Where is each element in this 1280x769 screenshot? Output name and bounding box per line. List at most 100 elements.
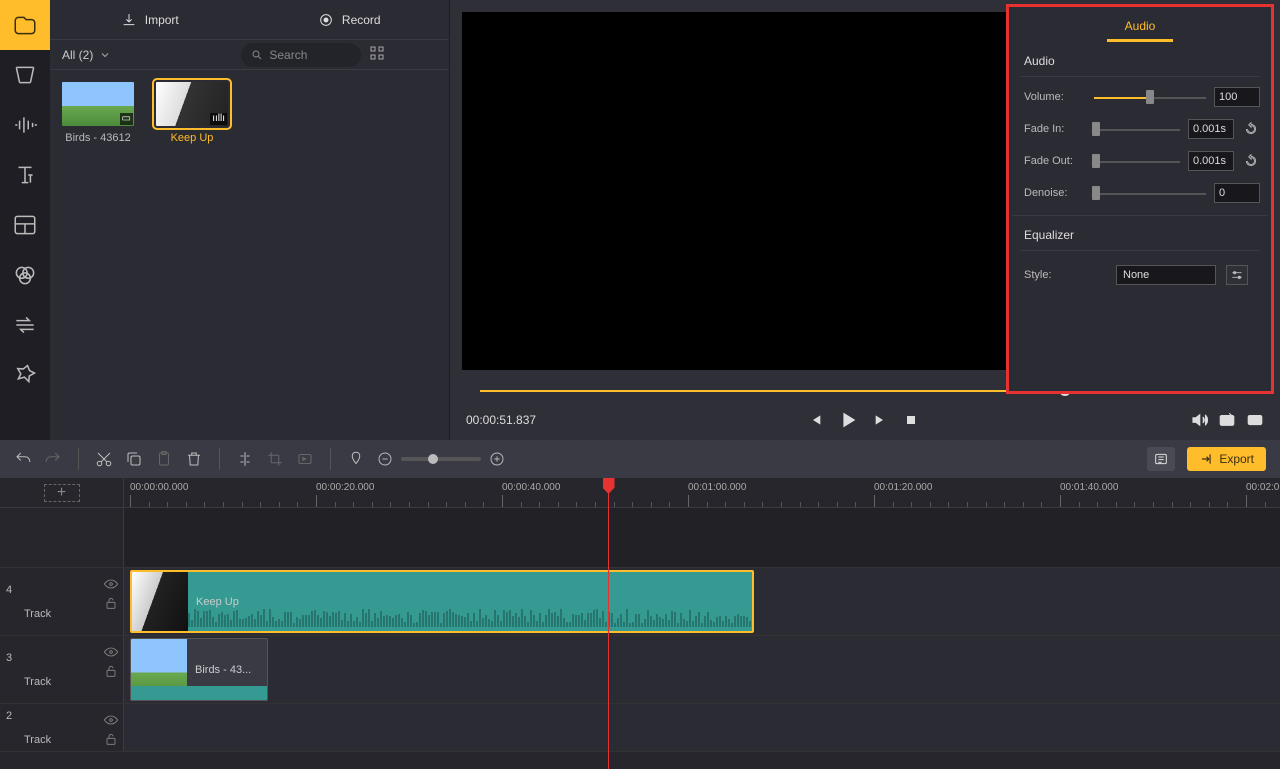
cut-button[interactable] bbox=[95, 450, 113, 468]
library-item-label: Birds - 43612 bbox=[65, 132, 130, 144]
next-frame-button[interactable] bbox=[873, 412, 889, 428]
export-label: Export bbox=[1219, 452, 1254, 466]
import-tab[interactable]: Import bbox=[50, 0, 250, 39]
undo-button[interactable] bbox=[14, 450, 32, 468]
zoom-in-button[interactable] bbox=[489, 451, 505, 467]
ruler-mark: 00:01:20.000 bbox=[874, 482, 932, 493]
lock-icon[interactable] bbox=[103, 732, 119, 746]
timeline-clip[interactable]: Birds - 43... bbox=[130, 638, 268, 701]
volume-slider[interactable] bbox=[1094, 90, 1206, 104]
volume-value[interactable]: 100 bbox=[1214, 87, 1260, 107]
equalizer-section-title: Equalizer bbox=[1020, 224, 1260, 251]
ruler-mark: 00:02:0 bbox=[1246, 482, 1279, 493]
fadeout-slider[interactable] bbox=[1094, 154, 1180, 168]
crop-button[interactable] bbox=[266, 450, 284, 468]
zoom-out-button[interactable] bbox=[377, 451, 393, 467]
search-input[interactable]: Search bbox=[241, 43, 361, 67]
library-item[interactable]: ▭ Birds - 43612 bbox=[62, 82, 134, 144]
denoise-label: Denoise: bbox=[1024, 187, 1086, 199]
fadein-slider[interactable] bbox=[1094, 122, 1180, 136]
play-button[interactable] bbox=[837, 409, 859, 431]
prev-frame-button[interactable] bbox=[807, 412, 823, 428]
delete-button[interactable] bbox=[185, 450, 203, 468]
track-body[interactable]: Birds - 43... bbox=[124, 636, 1280, 703]
timeline: + 00:00:00.00000:00:20.00000:00:40.00000… bbox=[0, 478, 1280, 769]
speed-button[interactable] bbox=[296, 450, 314, 468]
view-grid-icon[interactable] bbox=[369, 45, 385, 64]
timeline-clip[interactable]: Keep Up bbox=[130, 570, 754, 633]
search-icon bbox=[251, 49, 263, 61]
visibility-icon[interactable] bbox=[103, 714, 119, 726]
denoise-slider[interactable] bbox=[1094, 186, 1206, 200]
tool-library[interactable] bbox=[0, 50, 50, 100]
redo-button[interactable] bbox=[44, 450, 62, 468]
tool-filter[interactable] bbox=[0, 250, 50, 300]
render-preview-button[interactable] bbox=[1147, 447, 1175, 471]
track-body[interactable]: Keep Up bbox=[124, 568, 1280, 635]
ruler-mark: 00:01:00.000 bbox=[688, 482, 746, 493]
library-item-label: Keep Up bbox=[171, 132, 214, 144]
preview-timecode: 00:00:51.837 bbox=[466, 413, 536, 427]
volume-label: Volume: bbox=[1024, 91, 1086, 103]
visibility-icon[interactable] bbox=[103, 646, 119, 658]
ruler-mark: 00:00:20.000 bbox=[316, 482, 374, 493]
track-row: 2Track bbox=[0, 704, 1280, 752]
lock-icon[interactable] bbox=[103, 596, 119, 610]
split-button[interactable] bbox=[236, 450, 254, 468]
playhead[interactable] bbox=[608, 478, 609, 769]
tool-media[interactable] bbox=[0, 0, 50, 50]
tool-element[interactable] bbox=[0, 350, 50, 400]
denoise-value[interactable]: 0 bbox=[1214, 183, 1260, 203]
library-thumb: ▭ bbox=[62, 82, 134, 126]
equalizer-settings-button[interactable] bbox=[1226, 265, 1248, 285]
chevron-down-icon bbox=[99, 49, 111, 61]
fadein-reset-button[interactable] bbox=[1242, 120, 1260, 138]
track-row: 3TrackBirds - 43... bbox=[0, 636, 1280, 704]
lock-icon[interactable] bbox=[103, 664, 119, 678]
fullscreen-icon[interactable] bbox=[1246, 411, 1264, 429]
clip-label: Keep Up bbox=[188, 596, 239, 608]
track-body[interactable] bbox=[124, 704, 1280, 751]
fadeout-label: Fade Out: bbox=[1024, 155, 1086, 167]
track-row: 4TrackKeep Up bbox=[0, 568, 1280, 636]
add-track-button[interactable]: + bbox=[44, 484, 80, 502]
library-item[interactable]: ııllı Keep Up bbox=[156, 82, 228, 144]
equalizer-style-dropdown[interactable]: None bbox=[1116, 265, 1216, 285]
clip-label: Birds - 43... bbox=[187, 664, 251, 676]
visibility-icon[interactable] bbox=[103, 578, 119, 590]
video-badge-icon: ▭ bbox=[120, 113, 133, 125]
ruler-mark: 00:01:40.000 bbox=[1060, 482, 1118, 493]
audio-properties-panel: Audio Audio Volume: 100 Fade In: 0.001s … bbox=[1006, 4, 1274, 394]
timeline-ruler[interactable]: 00:00:00.000 00:00:20.000 00:00:40.000 00:0… bbox=[124, 478, 1280, 507]
stop-button[interactable] bbox=[903, 412, 919, 428]
tool-layout[interactable] bbox=[0, 200, 50, 250]
search-placeholder: Search bbox=[269, 48, 307, 62]
filter-label: All (2) bbox=[62, 48, 93, 62]
record-label: Record bbox=[342, 13, 381, 27]
import-label: Import bbox=[145, 13, 179, 27]
volume-icon[interactable] bbox=[1190, 411, 1208, 429]
audio-section-title: Audio bbox=[1020, 50, 1260, 77]
marker-button[interactable] bbox=[347, 450, 365, 468]
library-filter-dropdown[interactable]: All (2) bbox=[62, 48, 111, 62]
style-label: Style: bbox=[1024, 269, 1076, 281]
fadeout-reset-button[interactable] bbox=[1242, 152, 1260, 170]
library-panel: Import Record All (2) Search bbox=[50, 0, 450, 440]
snapshot-icon[interactable] bbox=[1218, 411, 1236, 429]
tool-text[interactable] bbox=[0, 150, 50, 200]
ruler-mark: 00:00:00.000 bbox=[130, 482, 188, 493]
ruler-mark: 00:00:40.000 bbox=[502, 482, 560, 493]
fadeout-value[interactable]: 0.001s bbox=[1188, 151, 1234, 171]
tool-transition[interactable] bbox=[0, 300, 50, 350]
export-button[interactable]: Export bbox=[1187, 447, 1266, 471]
audio-tab[interactable]: Audio bbox=[1107, 19, 1174, 42]
paste-button[interactable] bbox=[155, 450, 173, 468]
library-thumb: ııllı bbox=[156, 82, 228, 126]
tool-audio[interactable] bbox=[0, 100, 50, 150]
record-tab[interactable]: Record bbox=[250, 0, 450, 39]
zoom-slider[interactable] bbox=[401, 457, 481, 461]
copy-button[interactable] bbox=[125, 450, 143, 468]
audio-badge-icon: ııllı bbox=[210, 113, 227, 125]
fadein-value[interactable]: 0.001s bbox=[1188, 119, 1234, 139]
timeline-toolbar: Export bbox=[0, 440, 1280, 478]
